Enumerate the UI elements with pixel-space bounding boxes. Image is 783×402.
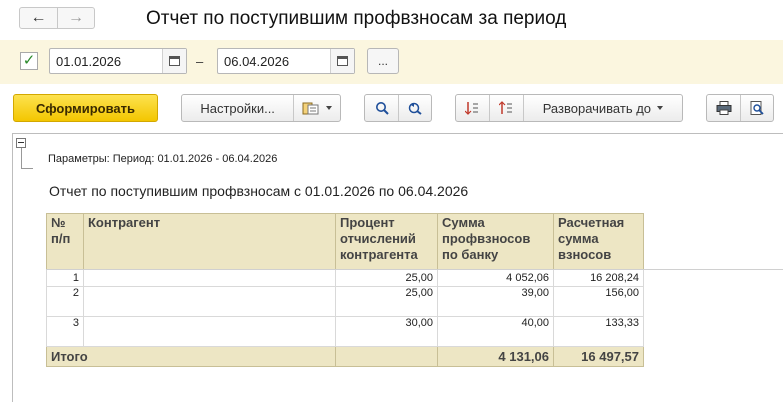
date-to-calendar-button[interactable] [330, 49, 354, 73]
search-group [364, 94, 432, 122]
search-icon [375, 102, 389, 115]
settings-button[interactable]: Настройки... [182, 95, 293, 121]
arrow-left-icon: ← [30, 9, 47, 26]
table-row: 1 25,00 4 052,06 16 208,24 [46, 269, 644, 287]
print-icon [716, 101, 731, 115]
column-header: Процент отчислений контрагента [335, 213, 438, 270]
grouping-group: Разворачивать до [455, 94, 683, 122]
collapse-group-icon[interactable] [16, 138, 26, 148]
chevron-down-icon [657, 106, 664, 110]
column-header: Сумма профвзносов по банку [437, 213, 554, 270]
total-row: Итого 4 131,06 16 497,57 [46, 346, 644, 367]
search-button[interactable] [365, 95, 398, 121]
date-to-value: 06.04.2026 [224, 53, 290, 69]
row-number[interactable]: 2 [46, 286, 84, 317]
calendar-icon [169, 56, 180, 66]
collapse-all-button[interactable] [456, 95, 489, 121]
total-calc-sum[interactable]: 16 497,57 [553, 346, 644, 367]
arrow-right-icon: → [67, 9, 84, 26]
period-select-button[interactable]: ... [367, 48, 399, 74]
percent-cell[interactable]: 25,00 [335, 269, 438, 287]
percent-cell[interactable]: 25,00 [335, 286, 438, 317]
total-empty-cell[interactable] [335, 346, 438, 367]
column-header: № п/п [46, 213, 84, 270]
period-params: ✓ 01.01.2026 – 06.04.2026 ... [0, 40, 783, 84]
settings-label: Настройки... [200, 100, 275, 116]
expand-to-label: Разворачивать до [542, 100, 652, 116]
table-row: 2 25,00 39,00 156,00 [46, 286, 644, 317]
contractor-cell[interactable] [83, 286, 336, 317]
variants-icon [302, 102, 319, 115]
search-next-icon [409, 102, 423, 115]
print-group [706, 94, 774, 122]
total-label[interactable]: Итого [46, 346, 336, 367]
chevron-down-icon [326, 106, 333, 110]
bank-sum-cell[interactable]: 40,00 [437, 316, 554, 347]
tree-line [21, 168, 33, 169]
report-border-left [12, 133, 13, 402]
settings-group: Настройки... [181, 94, 341, 122]
date-to-field[interactable]: 06.04.2026 [217, 48, 355, 74]
contractor-cell[interactable] [83, 316, 336, 347]
bank-sum-cell[interactable]: 39,00 [437, 286, 554, 317]
date-separator: – [196, 54, 204, 69]
row-number[interactable]: 3 [46, 316, 84, 347]
generate-button[interactable]: Сформировать [13, 94, 158, 122]
nav-buttons: ← → [19, 7, 95, 29]
print-button[interactable] [707, 95, 740, 121]
search-next-button[interactable] [399, 95, 431, 121]
bank-sum-cell[interactable]: 4 052,06 [437, 269, 554, 287]
table-row: 3 30,00 40,00 133,33 [46, 316, 644, 347]
period-checkbox[interactable]: ✓ [20, 52, 38, 70]
variants-dropdown-button[interactable] [294, 95, 340, 121]
title-bar: ← → Отчет по поступившим профвзносам за … [0, 0, 783, 40]
row-divider [46, 269, 783, 270]
report-border [12, 133, 783, 134]
calendar-icon [337, 56, 348, 66]
expand-all-button[interactable] [490, 95, 523, 121]
contractor-cell[interactable] [83, 269, 336, 287]
calc-sum-cell[interactable]: 156,00 [553, 286, 644, 317]
preview-icon [750, 100, 764, 115]
back-button[interactable]: ← [20, 8, 57, 28]
print-preview-button[interactable] [741, 95, 773, 121]
column-header: Расчетная сумма взносов [553, 213, 644, 270]
table-header: № п/п Контрагент Процент отчислений конт… [46, 213, 644, 270]
report-title: Отчет по поступившим профвзносам с 01.01… [49, 183, 469, 199]
report-table: № п/п Контрагент Процент отчислений конт… [46, 213, 644, 367]
collapse-all-icon [465, 102, 479, 115]
total-bank-sum[interactable]: 4 131,06 [437, 346, 554, 367]
expand-all-icon [499, 101, 513, 114]
tree-line [21, 148, 22, 168]
percent-cell[interactable]: 30,00 [335, 316, 438, 347]
page-title: Отчет по поступившим профвзносам за пери… [146, 8, 567, 29]
date-from-field[interactable]: 01.01.2026 [49, 48, 187, 74]
row-number[interactable]: 1 [46, 269, 84, 287]
expand-to-dropdown[interactable]: Разворачивать до [524, 95, 682, 121]
date-from-value: 01.01.2026 [56, 53, 122, 69]
report-params-line: Параметры: Период: 01.01.2026 - 06.04.20… [48, 153, 278, 165]
column-header: Контрагент [83, 213, 336, 270]
date-from-calendar-button[interactable] [162, 49, 186, 73]
forward-button[interactable]: → [56, 8, 94, 28]
calc-sum-cell[interactable]: 16 208,24 [553, 269, 644, 287]
calc-sum-cell[interactable]: 133,33 [553, 316, 644, 347]
